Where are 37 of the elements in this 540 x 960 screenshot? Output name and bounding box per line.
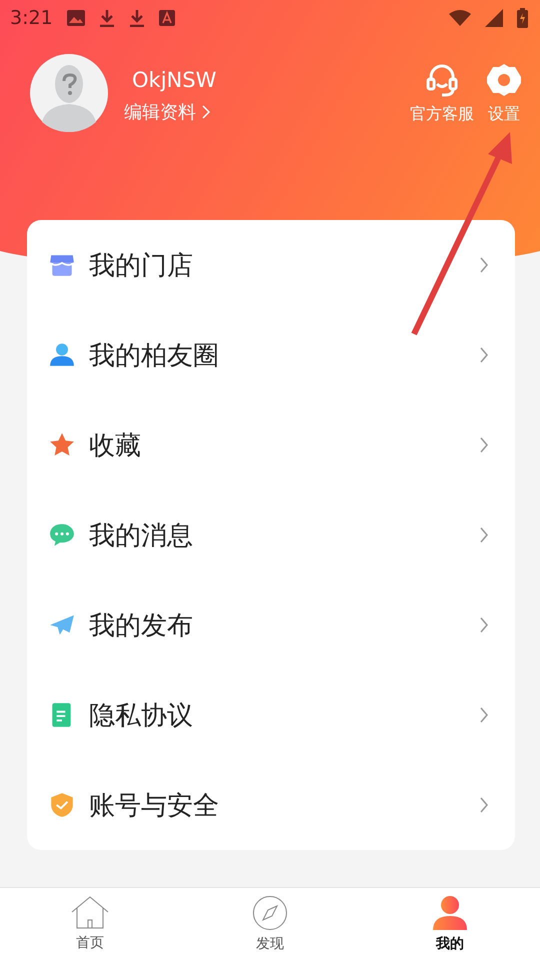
- menu-item[interactable]: 隐私协议: [27, 670, 515, 760]
- image-icon: [66, 10, 85, 26]
- download-icon: [98, 9, 115, 27]
- chevron-icon: [479, 436, 489, 454]
- chevron-icon: [479, 796, 489, 814]
- person-icon: [49, 342, 75, 368]
- menu-item[interactable]: 我的门店: [27, 220, 515, 310]
- person-icon: [432, 895, 468, 931]
- tab[interactable]: 我的: [360, 888, 540, 960]
- menu-item[interactable]: 我的柏友圈: [27, 310, 515, 400]
- signal-icon: [485, 9, 503, 27]
- house-icon: [71, 896, 109, 930]
- battery-icon: [517, 8, 528, 28]
- status-time: 3:21: [10, 7, 53, 29]
- headset-icon: [424, 62, 460, 98]
- tab[interactable]: 发现: [180, 888, 360, 960]
- wifi-icon: [449, 10, 471, 26]
- compass-icon: [252, 895, 288, 931]
- avatar[interactable]: [30, 54, 108, 132]
- chevron-icon: [202, 105, 210, 119]
- username: OkjNSW: [131, 68, 216, 92]
- chevron-icon: [479, 256, 489, 274]
- chevron-icon: [479, 346, 489, 364]
- chevron-icon: [479, 526, 489, 544]
- chevron-icon: [479, 706, 489, 724]
- tab[interactable]: 首页: [0, 888, 180, 960]
- app-icon: [158, 10, 175, 26]
- menu-item[interactable]: 我的消息: [27, 490, 515, 580]
- menu-item[interactable]: 我的发布: [27, 580, 515, 670]
- star-icon: [49, 432, 75, 458]
- shield-icon: [49, 792, 75, 818]
- menu-item[interactable]: 账号与安全: [27, 760, 515, 850]
- download-icon: [128, 9, 145, 27]
- menu-item[interactable]: 收藏: [27, 400, 515, 490]
- chat-icon: [49, 522, 75, 548]
- chevron-icon: [479, 616, 489, 634]
- settings-icon: [486, 62, 522, 98]
